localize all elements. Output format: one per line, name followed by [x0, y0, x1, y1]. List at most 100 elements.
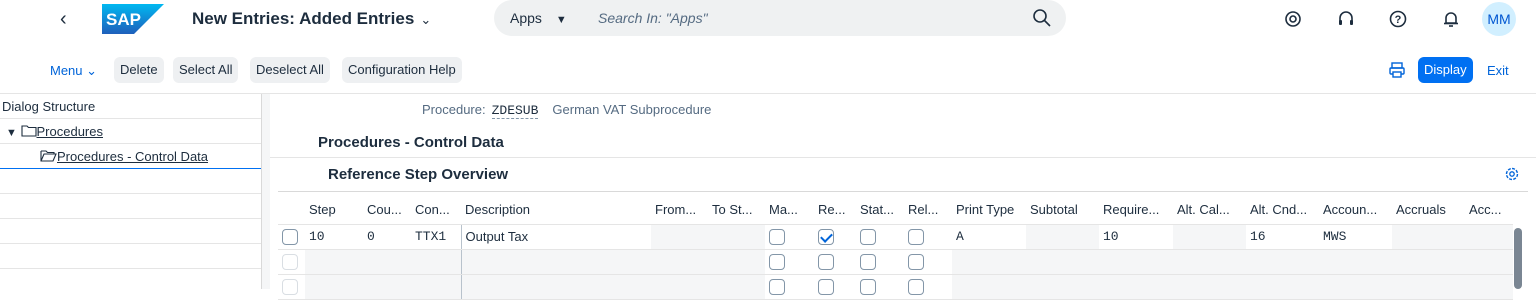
counter-cell[interactable]: 0 [363, 224, 411, 250]
table-row-empty[interactable] [278, 249, 1513, 275]
menu-button[interactable]: Menu ⌄ [50, 63, 97, 79]
search-scope-select[interactable]: Apps ▼ [510, 10, 567, 26]
tree-node-label[interactable]: Procedures - Control Data [57, 149, 208, 164]
empty-cell[interactable] [1099, 274, 1173, 300]
print-icon[interactable] [1388, 61, 1406, 79]
column-header[interactable]: Print Type [952, 196, 1026, 225]
requirement-cell[interactable]: 10 [1099, 224, 1173, 250]
column-header[interactable]: From... [651, 196, 708, 225]
app-title[interactable]: New Entries: Added Entries ⌄ [192, 9, 431, 29]
alt-calc-cell[interactable] [1173, 224, 1246, 250]
empty-cell[interactable] [1173, 249, 1246, 275]
tree-node-procedures-control-data[interactable]: Procedures - Control Data [0, 144, 261, 169]
empty-cell[interactable] [1319, 249, 1392, 275]
splitter-handle[interactable] [262, 94, 270, 289]
empty-cell[interactable] [952, 274, 1026, 300]
copilot-icon[interactable] [1283, 9, 1303, 29]
column-header[interactable]: Alt. Cal... [1173, 196, 1246, 225]
tree-node-procedures[interactable]: ▼ Procedures [0, 119, 261, 144]
to-step-cell[interactable] [708, 224, 765, 250]
checkbox[interactable] [908, 278, 924, 295]
condition-cell[interactable]: TTX1 [411, 224, 462, 250]
vertical-scrollbar[interactable] [1514, 228, 1522, 289]
column-header[interactable]: Cou... [363, 196, 411, 225]
configuration-help-button[interactable]: Configuration Help [342, 57, 462, 83]
avatar[interactable]: MM [1482, 2, 1516, 36]
acc-cell[interactable] [1465, 224, 1513, 250]
column-header[interactable]: Ma... [765, 196, 814, 225]
table-row-empty[interactable] [278, 274, 1513, 300]
empty-cell[interactable] [1099, 249, 1173, 275]
search-field[interactable]: Apps ▼ Search In: "Apps" [494, 0, 1066, 36]
checkbox[interactable] [908, 253, 924, 270]
empty-cell[interactable] [1173, 274, 1246, 300]
column-header[interactable]: Accruals [1392, 196, 1465, 225]
manual-checkbox[interactable] [769, 228, 785, 245]
checkbox[interactable] [818, 278, 834, 295]
column-header[interactable]: Re... [814, 196, 856, 225]
alt-cnd-cell[interactable]: 16 [1246, 224, 1319, 250]
display-button[interactable]: Display [1418, 57, 1473, 83]
sap-logo[interactable]: SAP [102, 4, 164, 34]
checkbox[interactable] [769, 253, 785, 270]
print-type-cell[interactable]: A [952, 224, 1026, 250]
search-icon[interactable] [1032, 8, 1052, 28]
empty-cell[interactable] [708, 274, 765, 300]
empty-cell[interactable] [1246, 249, 1319, 275]
back-icon[interactable]: ‹ [60, 9, 76, 29]
empty-cell[interactable] [461, 274, 651, 300]
checkbox[interactable] [282, 278, 298, 295]
help-icon[interactable]: ? [1388, 9, 1408, 29]
row-select-checkbox[interactable] [278, 274, 305, 300]
statistical-checkbox[interactable] [860, 228, 876, 245]
checkbox[interactable] [282, 228, 298, 245]
bell-icon[interactable] [1441, 9, 1461, 29]
checkbox[interactable] [860, 278, 876, 295]
checkbox[interactable] [769, 278, 785, 295]
empty-cell[interactable] [363, 274, 411, 300]
empty-cell[interactable] [305, 249, 363, 275]
empty-cell[interactable] [461, 249, 651, 275]
select-all-button[interactable]: Select All [173, 57, 239, 83]
delete-button[interactable]: Delete [114, 57, 164, 83]
column-header[interactable]: Step [305, 196, 363, 225]
accruals-cell[interactable] [1392, 224, 1465, 250]
relevant-checkbox[interactable] [908, 228, 924, 245]
empty-cell[interactable] [1392, 249, 1465, 275]
column-header[interactable]: Alt. Cnd... [1246, 196, 1319, 225]
step-cell[interactable]: 10 [305, 224, 363, 250]
empty-cell[interactable] [1319, 274, 1392, 300]
account-key-cell[interactable]: MWS [1319, 224, 1392, 250]
table-row[interactable]: 10 0 TTX1 Output Tax A 10 16 MWS [278, 224, 1513, 250]
empty-cell[interactable] [1246, 274, 1319, 300]
chevron-down-icon[interactable]: ▼ [6, 127, 17, 139]
row-select-checkbox[interactable] [278, 224, 305, 250]
empty-cell[interactable] [708, 249, 765, 275]
empty-cell[interactable] [1026, 274, 1099, 300]
empty-cell[interactable] [952, 249, 1026, 275]
column-header[interactable]: Require... [1099, 196, 1173, 225]
column-header[interactable]: Accoun... [1319, 196, 1392, 225]
subtotal-cell[interactable] [1026, 224, 1099, 250]
column-header[interactable]: Stat... [856, 196, 904, 225]
column-header[interactable]: Con... [411, 196, 461, 225]
empty-cell[interactable] [651, 249, 708, 275]
empty-cell[interactable] [651, 274, 708, 300]
empty-cell[interactable] [411, 274, 462, 300]
empty-cell[interactable] [1465, 274, 1513, 300]
search-input[interactable]: Search In: "Apps" [598, 10, 708, 26]
required-checkbox[interactable] [818, 228, 834, 245]
headset-icon[interactable] [1336, 9, 1356, 29]
column-header[interactable]: To St... [708, 196, 765, 225]
tree-node-label[interactable]: Procedures [37, 124, 103, 139]
empty-cell[interactable] [1465, 249, 1513, 275]
empty-cell[interactable] [1026, 249, 1099, 275]
empty-cell[interactable] [1392, 274, 1465, 300]
empty-cell[interactable] [363, 249, 411, 275]
row-select-checkbox[interactable] [278, 249, 305, 275]
procedure-value[interactable]: ZDESUB [491, 103, 539, 119]
checkbox[interactable] [818, 253, 834, 270]
empty-cell[interactable] [411, 249, 462, 275]
checkbox[interactable] [860, 253, 876, 270]
exit-button[interactable]: Exit [1487, 63, 1509, 78]
